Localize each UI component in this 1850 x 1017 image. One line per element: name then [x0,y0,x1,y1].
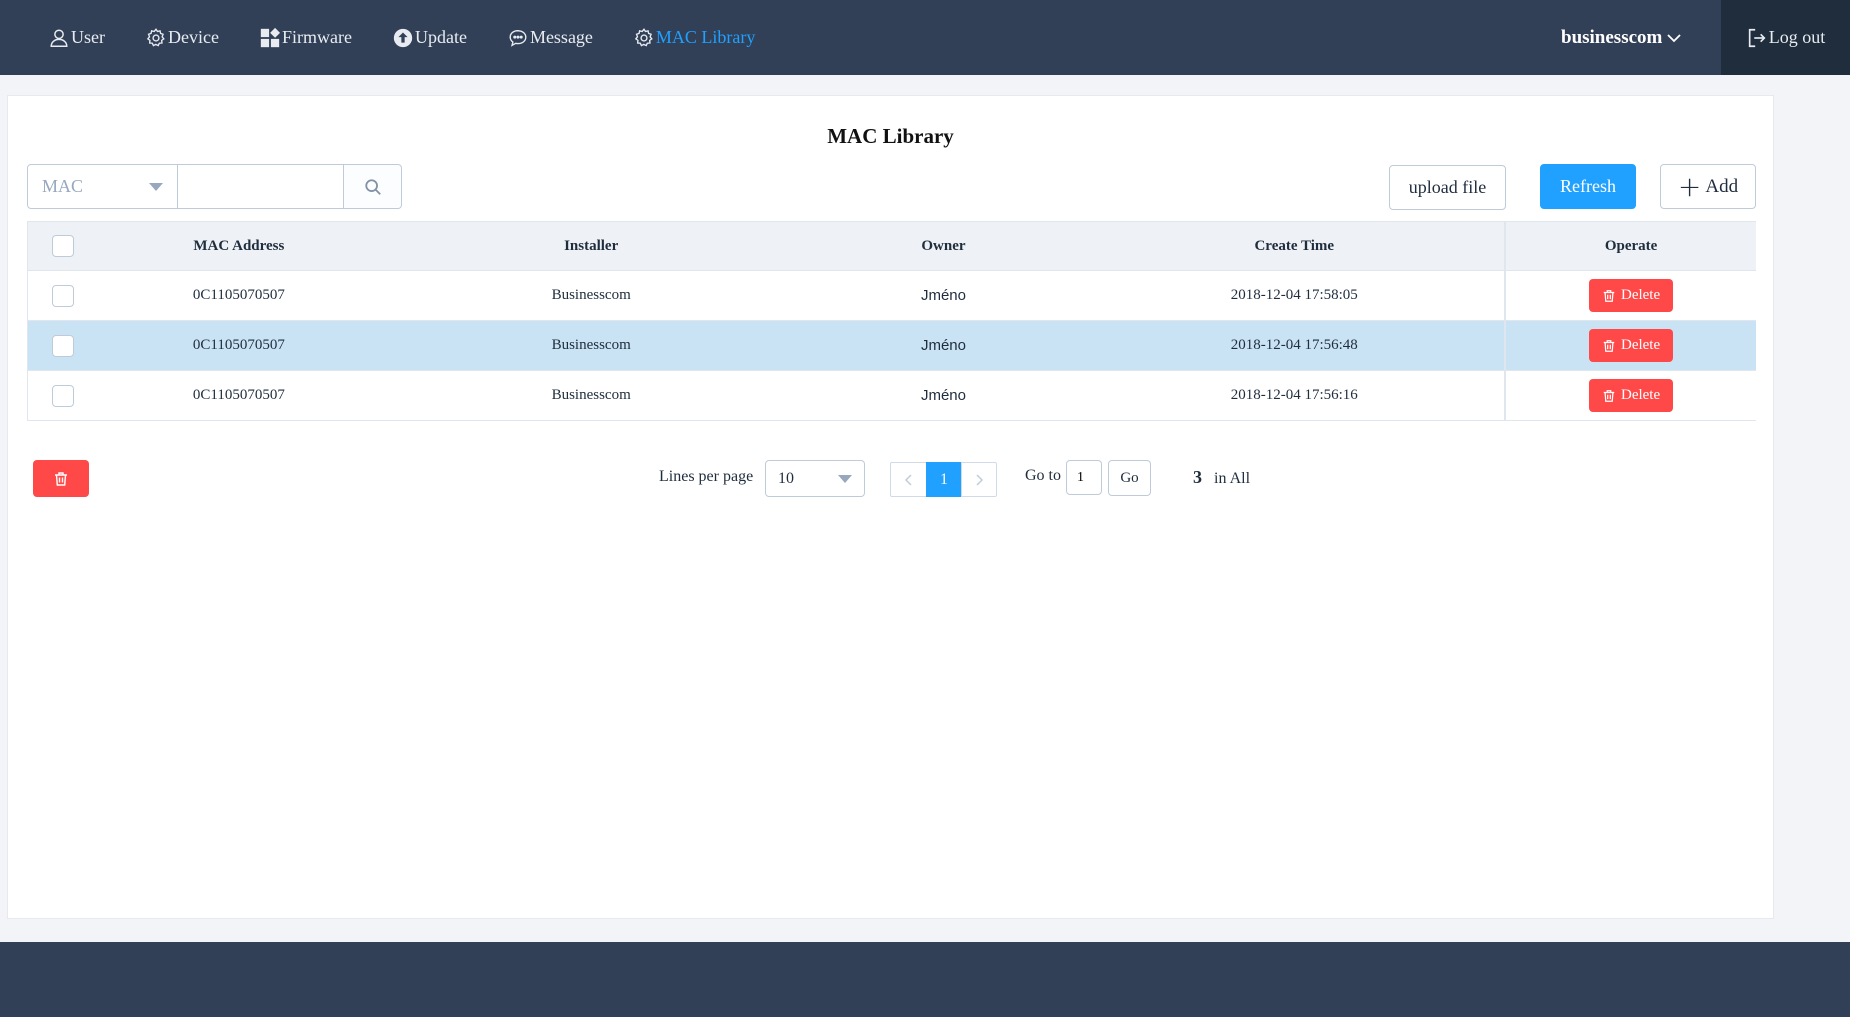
cell-create-time: 2018-12-04 17:58:05 [1230,287,1358,303]
nav-item-update-label: Update [414,27,467,47]
cell-mac: 0C1105070507 [192,387,285,403]
logout-button[interactable]: Log out [1721,0,1850,75]
nav-item-update[interactable]: Update [392,0,467,75]
column-header-mac[interactable]: MAC Address [98,222,380,270]
upload-file-button[interactable]: upload file [1389,165,1506,210]
caret-down-icon [149,182,163,191]
search-group: MAC [27,164,402,209]
nav-item-firmware-label: Firmware [281,27,352,47]
trash-icon [1603,339,1615,352]
nav-item-mac-library-label: MAC Library [655,27,756,47]
caret-down-icon [838,474,852,483]
cell-installer: Businesscom [551,287,631,303]
mac-table: MAC Address Installer Owner Create Time … [27,221,1756,421]
top-navigation-bar: User Device Firmware Update Message MAC … [0,0,1850,75]
upload-circle-icon [393,28,413,47]
add-button[interactable]: + Add [1660,164,1756,209]
nav-item-message-label: Message [529,27,593,47]
main-card: MAC Library MAC upload file Refresh + Ad… [7,95,1774,919]
prev-page-button[interactable] [890,462,927,497]
table-row[interactable]: 0C1105070507 Businesscom Jméno 2018-12-0… [28,371,1756,421]
delete-button-label: Delete [1620,387,1661,403]
cell-mac: 0C1105070507 [192,287,285,303]
gear-icon [146,27,165,47]
cell-owner: Jméno [920,287,966,304]
goto-label: Go to [1025,467,1061,484]
search-button[interactable] [344,164,402,209]
grid-icon [260,27,281,47]
user-dropdown[interactable]: businesscom [1561,0,1682,75]
search-icon [364,178,381,195]
total-suffix: in All [1214,470,1251,487]
search-field-value: MAC [42,176,84,196]
chat-bubble-icon [509,29,527,47]
search-input[interactable] [178,164,344,209]
trash-icon [1603,289,1615,302]
trash-icon [1603,389,1615,402]
page-size-value: 10 [778,469,794,487]
total-count: 3 in All [1193,467,1250,488]
cell-create-time: 2018-12-04 17:56:16 [1230,387,1358,403]
nav-item-user-label: User [71,27,105,47]
row-checkbox[interactable] [51,384,74,407]
chevron-down-icon [1667,33,1681,42]
delete-button-label: Delete [1620,287,1661,303]
table-header: MAC Address Installer Owner Create Time … [28,221,1756,271]
delete-button[interactable]: Delete [1589,279,1674,312]
nav-item-user[interactable]: User [48,0,105,75]
chevron-right-icon [976,473,984,486]
user-icon [50,28,68,47]
nav-item-firmware[interactable]: Firmware [259,0,352,75]
nav-item-mac-library[interactable]: MAC Library [633,0,755,75]
delete-button[interactable]: Delete [1589,329,1674,362]
column-header-installer[interactable]: Installer [380,222,803,270]
next-page-button[interactable] [961,462,997,497]
nav-item-device-label: Device [168,27,219,47]
refresh-button[interactable]: Refresh [1540,164,1636,209]
cell-owner: Jméno [920,337,966,354]
column-header-owner[interactable]: Owner [803,222,1085,270]
search-field-select[interactable]: MAC [27,164,178,209]
nav-item-message[interactable]: Message [507,0,593,75]
column-header-operate: Operate [1504,222,1756,270]
trash-icon [55,471,67,486]
select-all-checkbox[interactable] [51,235,74,257]
main-nav: User Device Firmware Update Message MAC … [0,0,795,75]
cell-installer: Businesscom [551,387,631,403]
logout-label: Log out [1768,27,1826,47]
row-checkbox[interactable] [51,334,74,357]
page-title: MAC Library [827,124,954,148]
gear-icon [634,27,653,47]
table-row[interactable]: 0C1105070507 Businesscom Jméno 2018-12-0… [28,271,1756,321]
cell-mac: 0C1105070507 [192,337,285,353]
table-row[interactable]: 0C1105070507 Businesscom Jméno 2018-12-0… [28,321,1756,371]
go-button[interactable]: Go [1108,460,1151,496]
column-header-create-time[interactable]: Create Time [1084,222,1504,270]
add-button-label: Add [1705,175,1739,197]
nav-item-device[interactable]: Device [145,0,219,75]
chevron-left-icon [904,473,912,486]
delete-button[interactable]: Delete [1589,379,1674,412]
footer-bar [0,942,1850,1017]
page-size-select[interactable]: 10 [765,460,865,497]
row-checkbox[interactable] [51,284,74,307]
goto-page-input[interactable] [1066,460,1102,495]
cell-installer: Businesscom [551,337,631,353]
username: businesscom [1561,26,1663,48]
page-number-current[interactable]: 1 [926,462,962,497]
cell-owner: Jméno [920,387,966,404]
plus-icon: + [1677,169,1702,203]
logout-icon [1748,28,1766,47]
delete-button-label: Delete [1620,337,1661,353]
lines-per-page-label: Lines per page [659,468,754,485]
total-number: 3 [1193,467,1202,487]
bulk-delete-button[interactable] [33,460,89,497]
cell-create-time: 2018-12-04 17:56:48 [1230,337,1358,353]
